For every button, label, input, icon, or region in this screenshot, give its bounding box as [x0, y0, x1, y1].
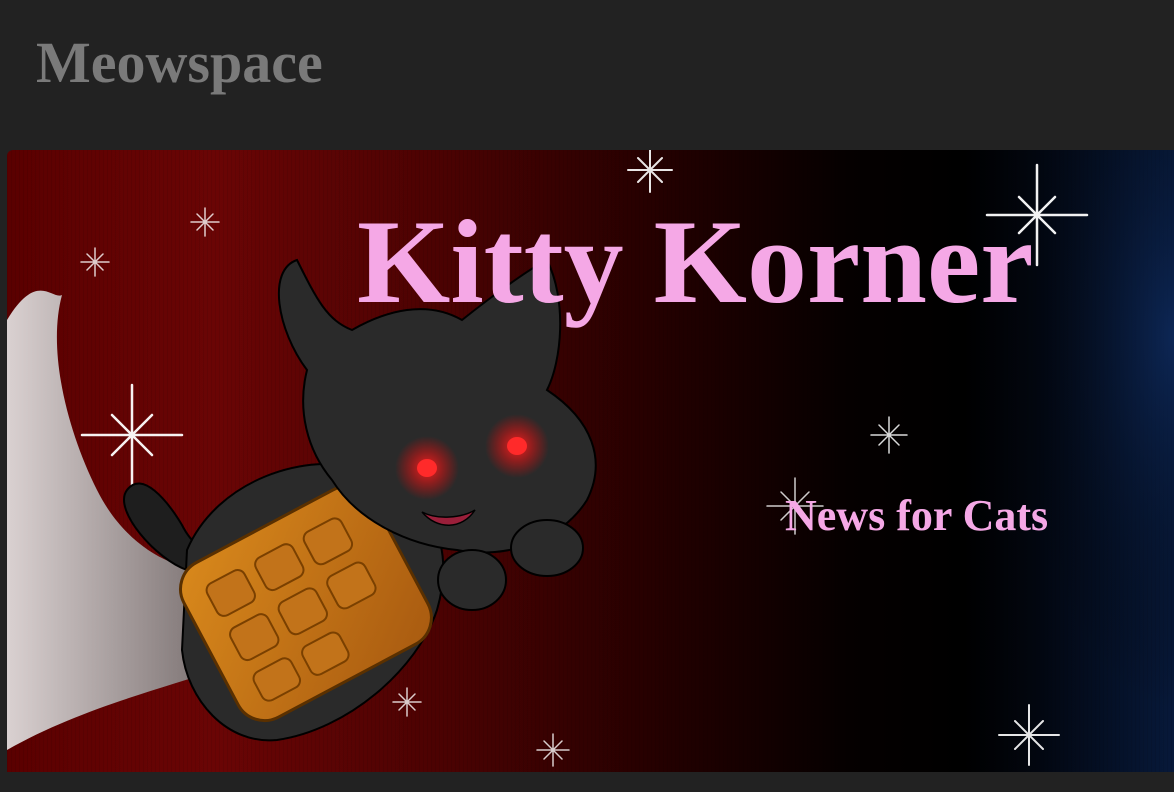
brand-logo-link[interactable]: Meowspace	[36, 34, 323, 92]
sparkle	[870, 416, 908, 454]
page-bottom-strip	[0, 772, 1174, 792]
cat-trail	[7, 290, 217, 750]
sparkle	[536, 733, 570, 767]
sparkle	[80, 383, 184, 487]
sparkle	[190, 207, 220, 237]
cat-paw-front	[510, 519, 584, 577]
sparkle	[392, 687, 422, 717]
left-eye	[417, 459, 437, 477]
right-eye	[507, 437, 527, 455]
hero-title: Kitty Korner	[357, 195, 1034, 328]
hero-subtitle: News for Cats	[785, 491, 1049, 540]
top-navbar: Meowspace	[0, 0, 1174, 150]
sparkle	[80, 247, 110, 277]
cat-paw-back	[437, 549, 507, 611]
sparkle	[627, 150, 673, 193]
hero-banner: Kitty Korner News for Cats	[7, 150, 1174, 772]
